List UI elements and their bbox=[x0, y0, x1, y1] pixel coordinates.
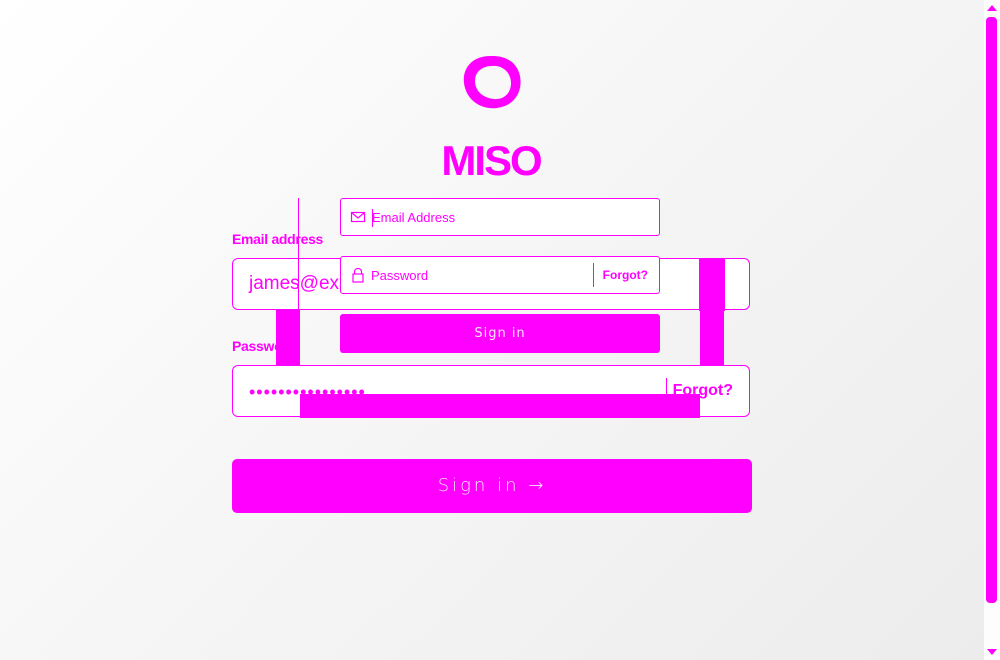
email-placeholder: Email Address bbox=[372, 210, 456, 225]
scroll-thumb[interactable] bbox=[986, 17, 997, 603]
password-input[interactable]: Password Forgot? bbox=[340, 256, 660, 294]
password-label: Password bbox=[232, 338, 296, 354]
sign-in-button[interactable]: Sign in bbox=[340, 314, 660, 353]
scroll-up-arrow-icon[interactable] bbox=[987, 5, 997, 11]
password-placeholder: Password bbox=[371, 268, 429, 283]
forgot-password-link[interactable]: Forgot? bbox=[603, 268, 648, 282]
lock-icon bbox=[352, 267, 364, 283]
guide-line bbox=[298, 198, 299, 358]
brand-title: MISO bbox=[441, 137, 542, 184]
miso-logo-icon bbox=[463, 55, 521, 109]
vertical-scrollbar[interactable] bbox=[984, 0, 1000, 660]
envelope-icon bbox=[350, 211, 366, 223]
password-divider-small bbox=[593, 263, 594, 287]
field-block-shape bbox=[699, 259, 725, 311]
sign-in-button-large[interactable]: Sign in → bbox=[232, 459, 752, 513]
login-page: MISO Email address james@example.com Pas… bbox=[0, 0, 1000, 660]
email-input[interactable]: Email Address bbox=[340, 198, 660, 236]
email-address-label: Email address bbox=[232, 231, 324, 247]
scroll-down-arrow-icon[interactable] bbox=[987, 649, 997, 655]
ring-bottom-bar bbox=[300, 394, 700, 418]
